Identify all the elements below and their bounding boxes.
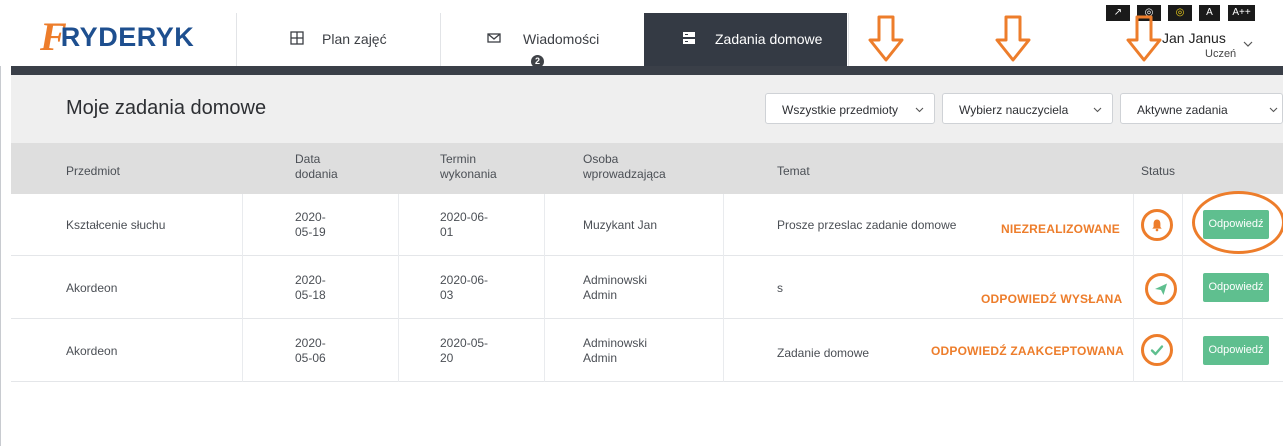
font-size-large-button[interactable]: A++: [1228, 5, 1255, 21]
chevron-down-icon: [1243, 41, 1253, 47]
cell-person-line2: Admin: [583, 288, 618, 302]
column-divider: [723, 194, 724, 382]
column-header-topic: Temat: [777, 164, 810, 178]
nav-wiadomosci[interactable]: Wiadomości 2: [487, 13, 600, 68]
column-header-due: Termin wykonania: [440, 152, 497, 182]
cell-person: Adminowski Admin: [583, 336, 647, 366]
nav-homework-label: Zadania domowe: [715, 31, 823, 47]
column-divider: [544, 194, 545, 382]
column-header-due-line1: Termin: [440, 152, 477, 166]
font-size-normal-button[interactable]: A: [1199, 5, 1220, 21]
fryderyk-logo[interactable]: F RYDERYK: [40, 17, 194, 57]
nav-separator: [440, 13, 441, 66]
cell-added-line2: 05-19: [295, 225, 326, 239]
column-header-subject: Przedmiot: [66, 164, 121, 178]
check-icon: [1150, 345, 1164, 356]
cell-person-line2: Admin: [583, 351, 618, 365]
cell-due: 2020-06- 03: [440, 273, 488, 303]
cell-added-line1: 2020-: [295, 273, 326, 287]
status-filter-select[interactable]: Aktywne zadania: [1120, 93, 1283, 124]
reply-button-highlight-annotation: [1192, 191, 1283, 254]
column-header-person-line2: wprowadzająca: [583, 167, 666, 181]
column-header-added-line2: dodania: [295, 167, 338, 181]
chevron-down-icon: [1269, 107, 1278, 113]
column-header-person-line1: Osoba: [583, 152, 619, 166]
send-icon: [1155, 283, 1167, 295]
nav-separator: [236, 13, 237, 66]
nav-messages-label: Wiadomości: [523, 31, 600, 47]
nav-separator: [848, 13, 849, 66]
cell-topic: Prosze przeslac zadanie domowe: [777, 218, 957, 232]
chevron-down-icon: [1093, 107, 1102, 113]
down-arrow-annotation-icon: [1126, 15, 1162, 62]
cell-due: 2020-05- 20: [440, 336, 488, 366]
status-icon-ring: [1145, 273, 1177, 305]
cell-person: Adminowski Admin: [583, 273, 647, 303]
cell-due-line1: 2020-06-: [440, 273, 489, 287]
tray-stack-icon: [683, 32, 695, 44]
subject-filter-select[interactable]: Wszystkie przedmioty: [765, 93, 935, 124]
cell-topic: s: [777, 281, 783, 295]
cell-due-line2: 20: [440, 351, 454, 365]
down-arrow-annotation-icon: [995, 15, 1031, 62]
cell-due: 2020-06- 01: [440, 210, 488, 240]
cell-topic: Zadanie domowe: [777, 346, 870, 360]
logo-text: RYDERYK: [60, 21, 195, 52]
cell-added-line1: 2020-: [295, 336, 326, 350]
status-filter-value: Aktywne zadania: [1137, 103, 1228, 117]
cell-person-line1: Adminowski: [583, 273, 648, 287]
teacher-filter-select[interactable]: Wybierz nauczyciela: [942, 93, 1113, 124]
status-label-not-done: NIEZREALIZOWANE: [1001, 222, 1120, 236]
cell-subject: Akordeon: [66, 281, 118, 295]
nav-plan-label: Plan zajęć: [322, 31, 387, 47]
cell-due-line2: 01: [440, 225, 454, 239]
top-navigation-bar: F RYDERYK Plan zajęć Wiadomości 2 Zadani…: [0, 0, 1283, 68]
page-title: Moje zadania domowe: [66, 97, 267, 119]
app-window: F RYDERYK Plan zajęć Wiadomości 2 Zadani…: [0, 0, 1283, 446]
down-arrow-annotation-icon: [868, 15, 904, 62]
column-divider: [398, 194, 399, 382]
reply-button[interactable]: Odpowiedź: [1203, 273, 1269, 302]
cell-added-line2: 05-06: [295, 351, 326, 365]
window-left-border: [0, 0, 11, 446]
column-header-added-line1: Data: [295, 152, 321, 166]
cell-due-line1: 2020-06-: [440, 210, 489, 224]
status-icon-ring: [1141, 334, 1173, 366]
cell-added: 2020- 05-19: [295, 210, 326, 240]
column-header-status: Status: [1141, 164, 1176, 178]
reply-button[interactable]: Odpowiedź: [1203, 336, 1269, 365]
cell-person-line1: Muzykant Jan: [583, 218, 658, 232]
user-name: Jan Janus: [1162, 30, 1226, 46]
subject-filter-value: Wszystkie przedmioty: [782, 103, 899, 117]
column-header-added: Data dodania: [295, 152, 338, 182]
accessibility-yellow-contrast-button[interactable]: ◎: [1168, 5, 1192, 21]
chevron-down-icon: [915, 107, 924, 113]
header-divider-bar: [11, 66, 1283, 75]
column-divider: [1133, 194, 1134, 382]
status-label-accepted: ODPOWIEDŹ ZAAKCEPTOWANA: [931, 344, 1125, 358]
cell-person-line1: Adminowski: [583, 336, 648, 350]
cell-due-line1: 2020-05-: [440, 336, 489, 350]
column-header-due-line2: wykonania: [440, 167, 497, 181]
grid-icon: [290, 31, 304, 45]
envelope-icon: [487, 33, 501, 43]
cell-added-line2: 05-18: [295, 288, 326, 302]
cell-subject: Kształcenie słuchu: [66, 218, 166, 232]
cell-due-line2: 03: [440, 288, 454, 302]
cell-person: Muzykant Jan: [583, 218, 657, 233]
status-icon-ring: [1141, 209, 1173, 241]
cell-added: 2020- 05-06: [295, 336, 326, 366]
cell-subject: Akordeon: [66, 344, 118, 358]
nav-zadania-domowe[interactable]: Zadania domowe: [644, 13, 847, 66]
column-header-person: Osoba wprowadzająca: [583, 152, 666, 182]
cell-added-line1: 2020-: [295, 210, 326, 224]
status-label-sent: ODPOWIEDŹ WYSŁANA: [981, 292, 1123, 306]
teacher-filter-value: Wybierz nauczyciela: [959, 103, 1069, 117]
column-divider: [242, 194, 243, 382]
user-role: Uczeń: [1205, 48, 1237, 60]
column-divider: [1182, 194, 1183, 382]
nav-plan-zajec[interactable]: Plan zajęć: [290, 13, 387, 66]
cell-added: 2020- 05-18: [295, 273, 326, 303]
bell-icon: [1152, 219, 1162, 232]
